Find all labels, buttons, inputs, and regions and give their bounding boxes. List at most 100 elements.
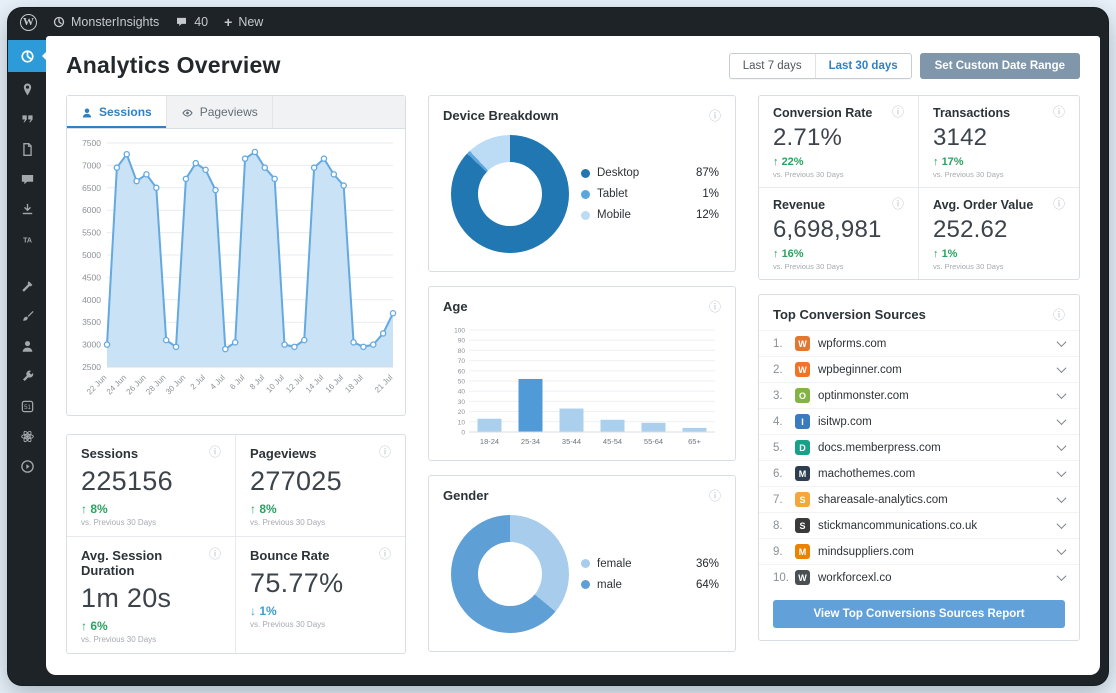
sidebar-item-pages[interactable]: [12, 137, 42, 162]
chevron-down-icon[interactable]: [1056, 571, 1067, 582]
source-row[interactable]: 3. Ooptinmonster.com: [759, 382, 1079, 408]
svg-text:65+: 65+: [688, 437, 701, 446]
stat-delta: 1%: [259, 604, 277, 618]
info-icon[interactable]: ⓘ: [209, 548, 221, 560]
sidebar-item-ta[interactable]: TA: [12, 227, 42, 252]
admin-bar-new[interactable]: + New: [224, 15, 263, 29]
source-row[interactable]: 9. Mmindsuppliers.com: [759, 538, 1079, 564]
source-rank: 4.: [773, 415, 783, 428]
info-icon[interactable]: ⓘ: [709, 301, 721, 313]
tab-sessions[interactable]: Sessions: [67, 96, 167, 128]
site-menu[interactable]: MonsterInsights: [53, 15, 159, 29]
source-row[interactable]: 5. Ddocs.memberpress.com: [759, 434, 1079, 460]
last-30-days-button[interactable]: Last 30 days: [814, 53, 911, 78]
source-row[interactable]: 6. Mmachothemes.com: [759, 460, 1079, 486]
wordpress-logo-icon[interactable]: W: [20, 13, 37, 31]
svg-text:14 Jul: 14 Jul: [304, 373, 326, 395]
desktop-background: { "admin_bar": {"site_name": "MonsterIns…: [0, 0, 1116, 693]
sidebar-item-science[interactable]: [12, 424, 42, 449]
sidebar-item-comments[interactable]: [12, 167, 42, 192]
source-row[interactable]: 4. Iisitwp.com: [759, 408, 1079, 434]
admin-bar-comments[interactable]: 40: [175, 15, 208, 29]
eye-icon: [182, 109, 193, 117]
comments-count: 40: [194, 15, 209, 29]
chevron-down-icon[interactable]: [1056, 363, 1067, 374]
info-icon[interactable]: ⓘ: [709, 110, 721, 122]
info-icon[interactable]: ⓘ: [379, 548, 391, 560]
sidebar-item-plugin-51[interactable]: 51: [12, 394, 42, 419]
source-rank: 10.: [773, 571, 789, 584]
main-content: Analytics Overview Last 7 days Last 30 d…: [46, 36, 1100, 675]
svg-text:4000: 4000: [82, 295, 101, 305]
info-icon[interactable]: ⓘ: [892, 106, 904, 118]
svg-text:6 Jul: 6 Jul: [228, 373, 246, 391]
svg-text:TA: TA: [23, 238, 32, 245]
chevron-down-icon[interactable]: [1056, 415, 1067, 426]
svg-text:6000: 6000: [82, 205, 101, 215]
up-arrow-icon: ↑: [773, 156, 782, 168]
chevron-down-icon[interactable]: [1056, 493, 1067, 504]
sidebar-item-tools[interactable]: [12, 274, 42, 299]
info-icon[interactable]: ⓘ: [1053, 309, 1065, 321]
source-row[interactable]: 1. Wwpforms.com: [759, 330, 1079, 356]
legend-dot-icon: [581, 168, 590, 178]
up-arrow-icon: ↑: [773, 248, 782, 260]
info-icon[interactable]: ⓘ: [709, 490, 721, 502]
chevron-down-icon[interactable]: [1056, 545, 1067, 556]
info-icon[interactable]: ⓘ: [379, 446, 391, 458]
svg-text:30 Jun: 30 Jun: [164, 373, 187, 396]
chevron-down-icon[interactable]: [1056, 389, 1067, 400]
source-row[interactable]: 2. Wwpbeginner.com: [759, 356, 1079, 382]
svg-text:100: 100: [454, 328, 465, 335]
sidebar-item-users[interactable]: [12, 334, 42, 359]
legend-item-female: female 36%: [581, 558, 719, 570]
chevron-down-icon[interactable]: [1056, 337, 1067, 348]
stat-card-revenue: Revenue ⓘ 6,698,981 ↑ 16% vs. Previous 30…: [759, 188, 919, 279]
sidebar-item-media[interactable]: [12, 107, 42, 132]
device-breakdown-panel: Device Breakdown ⓘ Desktop 87% Tablet 1% Mob…: [428, 95, 736, 272]
tab-pageviews[interactable]: Pageviews: [167, 96, 273, 128]
sidebar-item-settings[interactable]: [12, 364, 42, 389]
svg-text:26 Jun: 26 Jun: [125, 373, 148, 396]
legend-item-mobile: Mobile 12%: [581, 209, 719, 221]
source-row[interactable]: 7. Sshareasale-analytics.com: [759, 486, 1079, 512]
info-icon[interactable]: ⓘ: [1053, 106, 1065, 118]
chevron-down-icon[interactable]: [1056, 441, 1067, 452]
sidebar-item-monsterinsights[interactable]: [8, 40, 46, 72]
info-icon[interactable]: ⓘ: [209, 446, 221, 458]
stat-comparison: vs. Previous 30 Days: [773, 262, 844, 271]
chevron-down-icon[interactable]: [1056, 467, 1067, 478]
gender-donut-chart: [451, 515, 569, 633]
monsterinsights-mini-icon: [53, 16, 65, 28]
sidebar-item-posts[interactable]: [12, 77, 42, 102]
tab-sessions-label: Sessions: [99, 105, 152, 119]
stat-value: 75.77%: [250, 568, 344, 598]
stat-comparison: vs. Previous 30 Days: [773, 170, 844, 179]
sidebar-item-video[interactable]: [12, 454, 42, 479]
new-label: New: [238, 15, 264, 29]
source-row[interactable]: 8. Sstickmancommunications.co.uk: [759, 512, 1079, 538]
stat-label: Avg. Session Duration: [81, 548, 163, 578]
down-arrow-icon: ↓: [250, 604, 260, 618]
stat-delta: 22%: [781, 156, 804, 168]
svg-text:5000: 5000: [82, 250, 101, 260]
set-custom-date-range-button[interactable]: Set Custom Date Range: [919, 52, 1080, 79]
age-bar-chart: 0 10 20 30 40 50 60 70 80 90 100 18-24 25-34 35-44 45-…: [454, 328, 715, 446]
favicon-icon: W: [795, 570, 810, 585]
info-icon[interactable]: ⓘ: [1053, 198, 1065, 210]
svg-text:12 Jul: 12 Jul: [284, 373, 306, 395]
last-7-days-button[interactable]: Last 7 days: [729, 53, 815, 78]
legend-dot-icon: [581, 210, 590, 220]
plus-icon: +: [224, 14, 233, 30]
legend-value: 87%: [695, 167, 719, 179]
gender-panel: Gender ⓘ female 36% male 64%: [428, 475, 736, 652]
sidebar-item-appearance[interactable]: [12, 304, 42, 329]
ta-icon: TA: [23, 238, 32, 245]
source-row[interactable]: 10. Wworkforcexl.co: [759, 564, 1079, 590]
view-top-conversions-report-button[interactable]: View Top Conversions Sources Report: [773, 600, 1065, 628]
info-icon[interactable]: ⓘ: [892, 198, 904, 210]
svg-text:20: 20: [458, 409, 466, 416]
pages-icon: [22, 143, 32, 156]
sidebar-item-downloads[interactable]: [12, 197, 42, 222]
chevron-down-icon[interactable]: [1056, 519, 1067, 530]
